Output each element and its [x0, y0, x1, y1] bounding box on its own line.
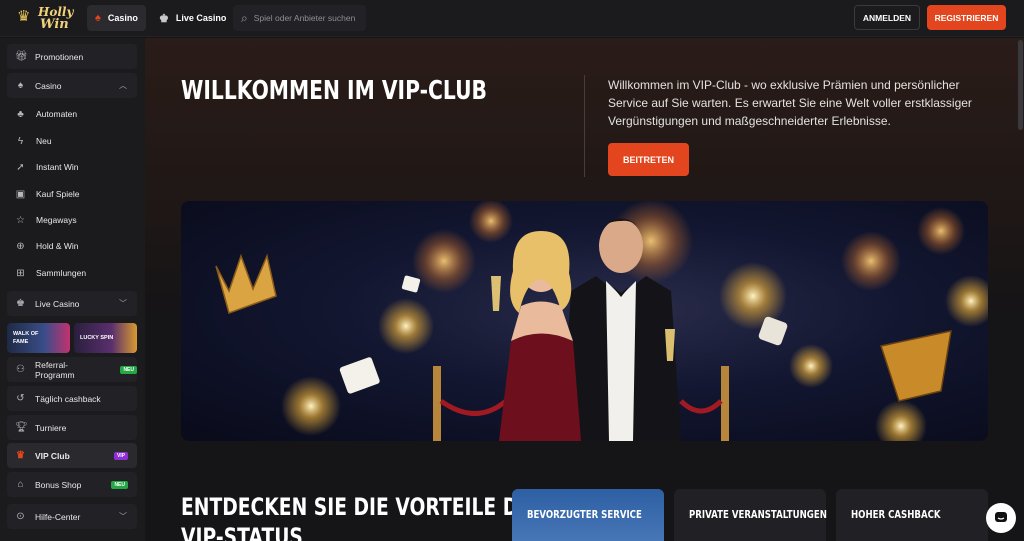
sidebar-item-label: Hilfe-Center: [35, 511, 81, 522]
sidebar-item-label: Live Casino: [35, 298, 80, 309]
benefit-card-events[interactable]: PRIVATE VERANSTALTUNGEN: [674, 489, 827, 541]
vip-badge: VIP: [113, 451, 128, 460]
hollywin-logo[interactable]: ♛ Holly Win: [17, 3, 73, 33]
promo-card-lucky-spin[interactable]: LUCKY SPIN: [74, 323, 137, 353]
sidebar-item-vip-club[interactable]: ♛ VIP Club VIP: [7, 443, 137, 468]
sidebar-item-promotionen[interactable]: 🎁︎ Promotionen: [7, 44, 137, 69]
sidebar-item-label: Turniere: [35, 422, 67, 433]
shop-icon: ⌂: [17, 479, 24, 490]
sidebar-item-turniere[interactable]: 🏆︎ Turniere: [7, 415, 137, 440]
sidebar-item-hilfe-center[interactable]: ⊙ Hilfe-Center ﹀: [7, 504, 137, 529]
tab-casino[interactable]: ♠ Casino: [87, 5, 146, 31]
sidebar-item-label: Referral-Programm: [34, 359, 75, 380]
sidebar-item-megaways[interactable]: ☆ Megaways: [15, 209, 135, 231]
sidebar-item-label: Promotionen: [35, 51, 84, 62]
vip-banner-illustration: [215, 201, 988, 441]
sidebar-item-hold-win[interactable]: ⊕ Hold & Win: [15, 235, 135, 257]
chevron-up-icon: ︿: [119, 81, 127, 90]
sidebar-item-label: Casino: [35, 80, 62, 91]
sidebar-item-label: Hold & Win: [36, 241, 79, 251]
vip-icon: ♛: [16, 450, 25, 461]
sidebar-item-label: Instant Win: [36, 162, 79, 172]
cashback-icon: ↺: [16, 393, 25, 404]
promo-card-walk-of-fame[interactable]: WALK OF FAME: [7, 323, 70, 353]
hero-description: Willkommen im VIP-Club - wo exklusive Pr…: [608, 78, 972, 128]
sidebar-item-label: Sammlungen: [36, 268, 87, 278]
sidebar-item-live-casino[interactable]: ♚ Live Casino ﹀: [7, 291, 137, 316]
people-icon: ⚇: [15, 364, 25, 375]
star-icon: ☆: [16, 214, 25, 226]
grid-icon: ⊞: [16, 267, 25, 279]
chevron-down-icon: ﹀: [119, 299, 127, 308]
trophy-icon: 🏆︎: [15, 422, 28, 433]
top-bar: ♛ Holly Win ♠ Casino ♚ Live Casino ⌕ ANM…: [0, 0, 1024, 37]
tab-casino-label: Casino: [107, 13, 138, 23]
gift-icon: ▣: [15, 188, 26, 200]
sidebar-item-sammlungen[interactable]: ⊞ Sammlungen: [15, 262, 135, 284]
search-input[interactable]: [253, 13, 359, 23]
sidebar-item-label: VIP Club: [35, 450, 70, 461]
sidebar-item-label: Megaways: [36, 215, 77, 225]
sidebar-item-bonus-shop[interactable]: ⌂ Bonus Shop NEU: [7, 472, 137, 497]
lightning-icon: ϟ: [17, 135, 24, 147]
dealer-icon: ♚: [159, 12, 169, 25]
tab-live-casino-label: Live Casino: [175, 13, 227, 23]
register-button[interactable]: REGISTRIEREN: [927, 5, 1006, 30]
dealer-icon: ♚: [16, 298, 25, 309]
search-box[interactable]: ⌕: [233, 5, 366, 31]
benefit-card-label: BEVORZUGTER SERVICE: [527, 508, 642, 521]
benefit-card-label: HOHER CASHBACK: [851, 508, 941, 521]
promo-card-label: LUCKY SPIN: [80, 335, 114, 341]
new-badge: NEU: [111, 480, 128, 489]
new-badge: NEU: [120, 365, 137, 374]
benefits-title: ENTDECKEN SIE DIE VORTEILE DES VIP-STATU…: [181, 493, 545, 541]
slots-icon: ♣: [17, 108, 24, 120]
chat-icon: [995, 512, 1007, 522]
sidebar-item-label: Neu: [36, 136, 52, 146]
chevron-down-icon: ﹀: [119, 512, 127, 521]
sidebar-item-kauf-spiele[interactable]: ▣ Kauf Spiele: [15, 183, 135, 205]
sidebar-item-label: Kauf Spiele: [36, 189, 80, 199]
sidebar-item-neu[interactable]: ϟ Neu: [15, 130, 135, 152]
spade-icon: ♠: [95, 12, 101, 24]
gift-icon: 🎁︎: [15, 51, 28, 62]
benefit-card-cashback[interactable]: HOHER CASHBACK: [836, 489, 988, 541]
sidebar-item-referral[interactable]: ⚇ Referral-Programm NEU: [7, 357, 137, 382]
sidebar-item-instant-win[interactable]: ➚ Instant Win: [15, 156, 135, 178]
login-button[interactable]: ANMELDEN: [854, 5, 920, 30]
page-title: WILLKOMMEN IM VIP-CLUB: [181, 76, 488, 106]
scrollbar[interactable]: [1018, 40, 1023, 130]
benefit-card-label: PRIVATE VERANSTALTUNGEN: [689, 508, 827, 521]
sidebar-item-casino[interactable]: ♠ Casino ︿: [7, 73, 137, 98]
rocket-icon: ➚: [16, 161, 25, 173]
hold-icon: ⊕: [16, 240, 25, 252]
help-icon: ⊙: [16, 511, 25, 522]
tab-live-casino[interactable]: ♚ Live Casino: [151, 5, 234, 31]
crown-logo-icon: ♛: [17, 8, 31, 25]
promo-card-label: WALK OF FAME: [13, 331, 39, 345]
hero-divider: [584, 75, 585, 177]
sidebar-item-label: Bonus Shop: [35, 479, 82, 490]
spade-icon: ♠: [17, 80, 24, 91]
sidebar: 🎁︎ Promotionen ♠ Casino ︿ ♣ Automaten ϟ …: [0, 38, 145, 541]
logo-text-2: Win: [40, 17, 69, 32]
benefit-card-service[interactable]: BEVORZUGTER SERVICE: [512, 489, 664, 541]
join-button[interactable]: BEITRETEN: [608, 143, 689, 176]
chat-button[interactable]: [986, 503, 1016, 533]
search-icon: ⌕: [241, 10, 248, 25]
sidebar-item-cashback[interactable]: ↺ Täglich cashback: [7, 386, 137, 411]
sidebar-item-automaten[interactable]: ♣ Automaten: [15, 103, 135, 125]
sidebar-item-label: Automaten: [36, 109, 78, 119]
vip-banner-image: [181, 201, 988, 441]
sidebar-item-label: Täglich cashback: [35, 393, 101, 404]
